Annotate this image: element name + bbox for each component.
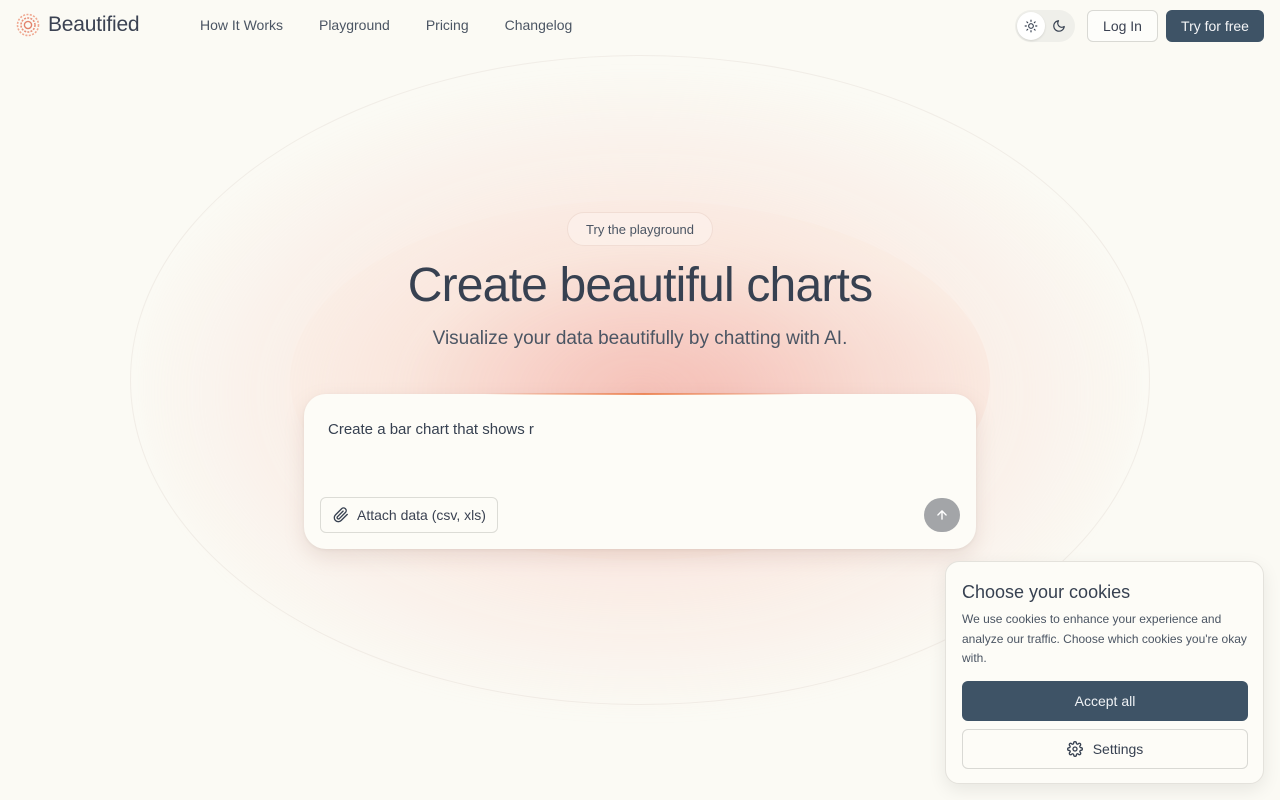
cookie-description: We use cookies to enhance your experienc…	[962, 612, 1247, 665]
attach-data-button[interactable]: Attach data (csv, xls)	[320, 497, 498, 533]
light-theme-button[interactable]	[1017, 12, 1045, 40]
card-accent-line	[484, 393, 804, 395]
cookie-settings-label: Settings	[1092, 741, 1144, 757]
brand-name: Beautified	[48, 13, 140, 36]
nav-playground[interactable]: Playground	[319, 17, 390, 33]
try-for-free-button[interactable]: Try for free	[1166, 10, 1264, 42]
hero-title: Create beautiful charts	[407, 259, 873, 312]
arrow-up-icon	[937, 510, 947, 520]
dark-theme-button[interactable]	[1045, 12, 1073, 40]
main-nav: How It Works Playground Pricing Changelo…	[200, 17, 572, 33]
sun-icon	[1024, 19, 1038, 33]
prompt-input[interactable]: Create a bar chart that shows r	[328, 421, 534, 438]
cookie-consent-panel: Choose your cookies We use cookies to en…	[945, 561, 1264, 784]
top-header: Beautified How It Works Playground Prici…	[0, 0, 1280, 52]
login-button[interactable]: Log In	[1087, 10, 1158, 42]
logo-icon	[16, 13, 40, 37]
prompt-card: Create a bar chart that shows r Attach d…	[304, 393, 976, 549]
nav-pricing[interactable]: Pricing	[426, 17, 469, 33]
gear-icon	[1066, 741, 1083, 757]
cookie-settings-button[interactable]: Settings	[962, 729, 1248, 769]
moon-icon	[1053, 20, 1065, 32]
accept-all-button[interactable]: Accept all	[962, 681, 1248, 721]
theme-toggle	[1015, 10, 1075, 42]
hero-subtitle: Visualize your data beautifully by chatt…	[432, 328, 848, 349]
paperclip-icon	[333, 507, 348, 523]
attach-data-label: Attach data (csv, xls)	[357, 507, 486, 523]
brand-logo-link[interactable]: Beautified	[16, 13, 140, 37]
try-playground-pill[interactable]: Try the playground	[567, 212, 713, 246]
nav-how-it-works[interactable]: How It Works	[200, 17, 283, 33]
cookie-title: Choose your cookies	[962, 582, 1131, 602]
send-button[interactable]	[924, 498, 960, 532]
nav-changelog[interactable]: Changelog	[505, 17, 573, 33]
